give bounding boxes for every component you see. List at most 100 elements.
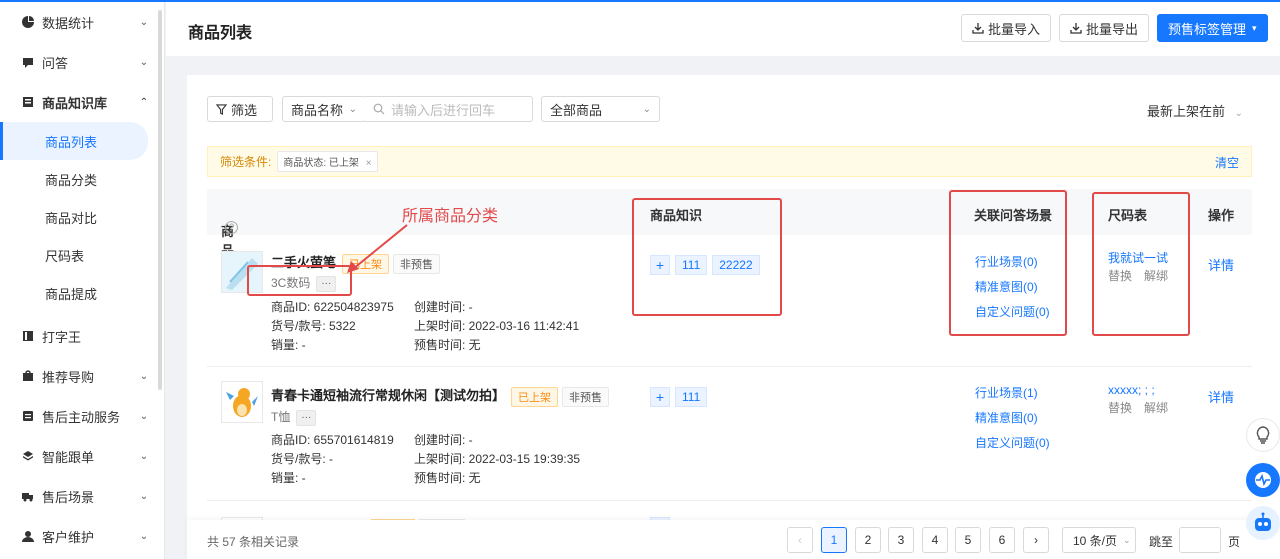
product-id: 商品ID: 655701614819 <box>271 433 394 447</box>
product-category: T恤 ··· <box>271 408 317 426</box>
assistant-float-button[interactable] <box>1246 506 1280 540</box>
presale-time: 预售时间: 无 <box>414 338 481 352</box>
export-icon <box>1070 23 1082 34</box>
sidebar-subitem-product-list[interactable]: 商品列表 <box>0 122 148 160</box>
sidebar-item-label: 客户维护 <box>42 529 95 545</box>
product-scope-select[interactable]: 全部商品 ⌄ <box>541 96 660 122</box>
chat-icon <box>22 56 34 68</box>
product-meta-right: 创建时间: - 上架时间: 2022-03-16 11:42:41 预售时间: … <box>414 298 579 355</box>
chevron-down-icon: ⌄ <box>139 16 149 28</box>
clear-filters-link[interactable]: 清空 <box>1215 154 1239 171</box>
sidebar-item-qa[interactable]: 问答 ⌄ <box>0 42 164 82</box>
user-icon <box>22 530 34 542</box>
knowledge-tags: + 111 <box>650 387 708 407</box>
bag-icon <box>22 370 34 382</box>
sidebar-item-aftersale-service[interactable]: 售后主动服务 ⌄ <box>0 396 164 436</box>
jump-page-input[interactable] <box>1179 527 1221 553</box>
category-more-button[interactable]: ··· <box>296 409 317 426</box>
layers-icon <box>22 450 34 462</box>
knowledge-tag[interactable]: 111 <box>675 387 708 407</box>
next-page-button[interactable]: › <box>1023 527 1049 553</box>
sidebar-item-label: 推荐导购 <box>42 369 95 385</box>
filter-button[interactable]: 筛选 <box>207 96 273 122</box>
chevron-down-icon: ⌄ <box>139 530 149 542</box>
presale-tag-manage-button[interactable]: 预售标签管理 ▾ <box>1157 14 1268 42</box>
column-header-action: 操作 <box>1208 208 1235 223</box>
presale-tag-manage-label: 预售标签管理 <box>1168 21 1247 37</box>
created-time: 创建时间: - <box>414 300 473 314</box>
unbind-size-link[interactable]: 解绑 <box>1144 401 1168 415</box>
sidebar-item-shopping-guide[interactable]: 推荐导购 ⌄ <box>0 356 164 396</box>
product-thumbnail[interactable] <box>221 381 263 423</box>
pulse-icon <box>1255 472 1271 488</box>
filter-chip-label: 商品状态: 已上架 <box>283 158 359 169</box>
sidebar-subitem-commission[interactable]: 商品提成 <box>0 274 164 312</box>
sidebar-item-product-knowledge[interactable]: 商品知识库 ⌃ <box>0 82 164 122</box>
filter-icon <box>216 103 227 115</box>
detail-link[interactable]: 详情 <box>1208 387 1234 406</box>
scene-industry-link[interactable]: 行业场景(1) <box>975 381 1050 406</box>
sidebar-item-typing-king[interactable]: 打字王 <box>0 316 164 356</box>
product-meta-left: 商品ID: 622504823975 货号/款号: 5322 销量: - <box>271 298 394 355</box>
batch-export-label: 批量导出 <box>1086 21 1139 37</box>
batch-import-button[interactable]: 批量导入 <box>961 14 1052 42</box>
sidebar-item-label: 数据统计 <box>42 15 95 31</box>
detail-link[interactable]: 详情 <box>1208 255 1234 274</box>
product-meta-left: 商品ID: 655701614819 货号/款号: - 销量: - <box>271 431 394 488</box>
chevron-down-icon: ⌄ <box>139 370 149 382</box>
page-button[interactable]: 1 <box>821 527 847 553</box>
product-name-line: 青春卡通短袖流行常规休闲【测试勿拍】 已上架 非预售 <box>271 385 610 407</box>
page-button[interactable]: 6 <box>989 527 1015 553</box>
help-icon[interactable]: ? <box>225 221 238 234</box>
page-button[interactable]: 5 <box>955 527 981 553</box>
sidebar-item-smart-follow[interactable]: 智能跟单 ⌄ <box>0 436 164 476</box>
prev-page-button[interactable]: ‹ <box>787 527 813 553</box>
scene-custom-link[interactable]: 自定义问题(0) <box>975 431 1050 456</box>
batch-export-button[interactable]: 批量导出 <box>1059 14 1150 42</box>
truck-icon <box>22 490 34 502</box>
category-label: T恤 <box>271 410 291 424</box>
add-knowledge-icon[interactable]: + <box>650 387 670 407</box>
active-filters-bar: 筛选条件: 商品状态: 已上架 × 清空 <box>207 146 1252 177</box>
chevron-down-icon: ⌄ <box>1123 534 1131 545</box>
sidebar-subitem-product-category[interactable]: 商品分类 <box>0 160 164 198</box>
page-button[interactable]: 2 <box>855 527 881 553</box>
page-size-select[interactable]: 10 条/页 ⌄ <box>1062 527 1136 553</box>
annotation-arrow-icon <box>347 224 408 273</box>
product-sales: 销量: - <box>271 471 306 485</box>
sidebar-subitem-size-chart[interactable]: 尺码表 <box>0 236 164 274</box>
total-records: 共 57 条相关记录 <box>207 535 300 549</box>
chevron-down-icon: ⌄ <box>139 56 149 68</box>
product-scope-label: 全部商品 <box>550 102 603 118</box>
tips-float-button[interactable] <box>1246 418 1280 452</box>
page-button[interactable]: 4 <box>922 527 948 553</box>
chevron-left-icon: ‹ <box>798 533 802 547</box>
close-icon[interactable]: × <box>366 158 372 169</box>
size-chart-link[interactable]: xxxxx; ; ; <box>1108 381 1180 399</box>
sort-select[interactable]: 最新上架在前 ⌄ <box>1147 101 1243 120</box>
scene-intent-link[interactable]: 精准意图(0) <box>975 406 1050 431</box>
replace-size-link[interactable]: 替换 <box>1108 401 1132 415</box>
search-input[interactable]: 请输入后进行回车 <box>365 96 533 122</box>
filter-label: 筛选 <box>231 102 258 118</box>
filter-chip[interactable]: 商品状态: 已上架 × <box>277 151 378 172</box>
annotation-box-size <box>1092 192 1190 336</box>
sidebar-item-label: 售后场景 <box>42 489 95 505</box>
sidebar-item-aftersale-scene[interactable]: 售后场景 ⌄ <box>0 476 164 516</box>
search-field-label: 商品名称 <box>291 102 344 118</box>
sidebar-item-stats[interactable]: 数据统计 ⌄ <box>0 2 164 42</box>
sidebar-subitem-product-compare[interactable]: 商品对比 <box>0 198 164 236</box>
chevron-down-icon: ▾ <box>1252 22 1257 33</box>
lightbulb-icon <box>1256 426 1270 444</box>
presale-time: 预售时间: 无 <box>414 471 481 485</box>
sidebar-item-customer-care[interactable]: 客户维护 ⌄ <box>0 516 164 556</box>
page-button[interactable]: 3 <box>888 527 914 553</box>
search-field-select[interactable]: 商品名称 ⌄ <box>282 96 366 122</box>
monitor-float-button[interactable] <box>1246 463 1280 497</box>
product-sales: 销量: - <box>271 338 306 352</box>
filter-conditions-label: 筛选条件: <box>220 155 272 169</box>
robot-icon <box>1255 512 1271 531</box>
product-name[interactable]: 青春卡通短袖流行常规休闲【测试勿拍】 <box>271 388 505 403</box>
status-badge: 已上架 <box>511 386 559 407</box>
chevron-right-icon: › <box>1034 533 1038 547</box>
